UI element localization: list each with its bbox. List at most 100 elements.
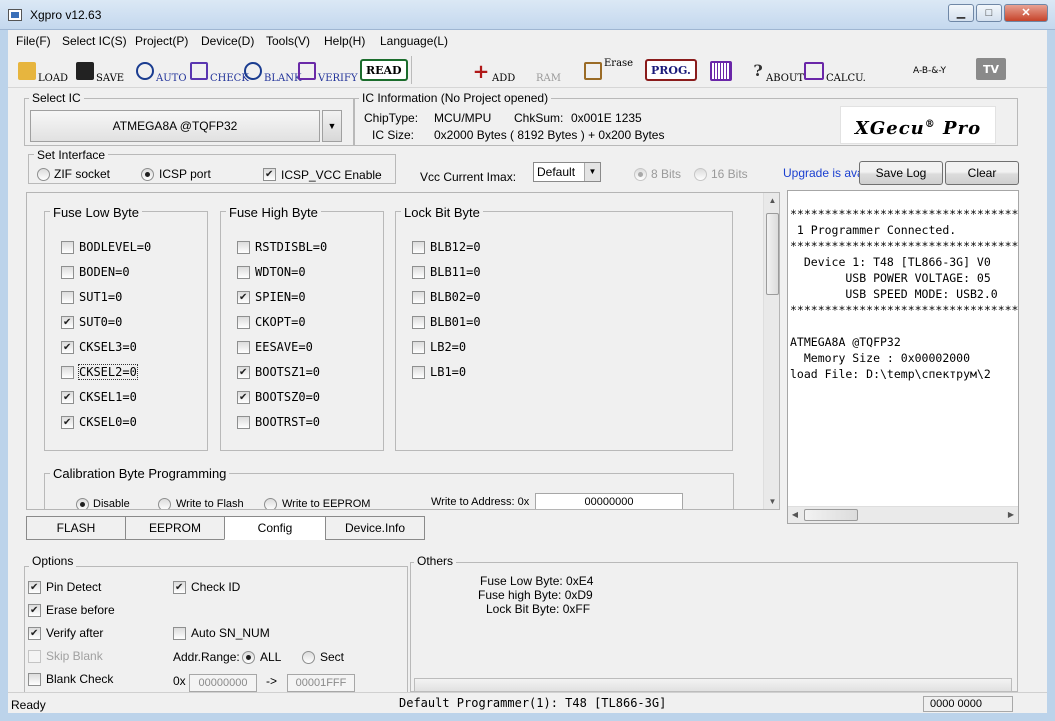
tab-device-info[interactable]: Device.Info [325, 516, 425, 540]
address-input[interactable]: 00000000 [535, 493, 683, 509]
title-bar[interactable]: Xgpro v12.63 ▁ □ ✕ [0, 0, 1055, 30]
fuse-high-bit-checkbox[interactable] [237, 366, 250, 379]
save-log-button[interactable]: Save Log [859, 161, 943, 185]
status-ready: Ready [11, 698, 46, 712]
fuse-low-bit-checkbox[interactable] [61, 416, 74, 429]
fuse-high-bit-label: RSTDISBL=0 [255, 240, 328, 254]
upgrade-link[interactable]: Upgrade is ava [783, 166, 861, 180]
load-button[interactable]: LOAD [18, 58, 68, 84]
addr-sect-radio[interactable] [302, 651, 315, 664]
fuse-high-bit-checkbox[interactable] [237, 391, 250, 404]
fuse-low-bit-checkbox[interactable] [61, 341, 74, 354]
log-hscrollbar[interactable]: ◀ ▶ [788, 506, 1018, 523]
ic-dropdown-button[interactable]: ▼ [322, 110, 342, 142]
skip-blank-checkbox[interactable] [28, 650, 41, 663]
tv-button[interactable]: TV [976, 58, 1006, 80]
blank-check-checkbox[interactable] [28, 673, 41, 686]
fuse-high-bit-checkbox[interactable] [237, 341, 250, 354]
fuse-low-bit-checkbox[interactable] [61, 366, 74, 379]
lock-bit-checkbox[interactable] [412, 366, 425, 379]
chip-type-value: MCU/MPU [434, 111, 492, 125]
options-title: Options [29, 554, 77, 568]
chip-type-label: ChipType: [364, 111, 419, 125]
bits-8-radio[interactable] [634, 168, 647, 181]
verify-after-checkbox[interactable] [28, 627, 41, 640]
config-scrollbar[interactable]: ▲ ▼ [763, 193, 779, 509]
menu-tools[interactable]: Tools(V) [266, 34, 310, 48]
scroll-left-icon[interactable]: ◀ [788, 510, 802, 519]
clear-button[interactable]: Clear [945, 161, 1019, 185]
fuse-high-bit-checkbox[interactable] [237, 241, 250, 254]
lock-bit-checkbox[interactable] [412, 341, 425, 354]
fuse-low-bit-checkbox[interactable] [61, 316, 74, 329]
blank-button[interactable]: BLANK [244, 58, 301, 84]
addr-all-radio[interactable] [242, 651, 255, 664]
tab-config[interactable]: Config [224, 516, 326, 540]
menu-language[interactable]: Language(L) [380, 34, 448, 48]
scroll-up-icon[interactable]: ▲ [764, 196, 779, 205]
log-hscroll-thumb[interactable] [804, 509, 858, 521]
lock-bit-label: BLB12=0 [430, 240, 481, 254]
check-id-checkbox[interactable] [173, 581, 186, 594]
menu-help[interactable]: Help(H) [324, 34, 365, 48]
status-bar: Ready Default Programmer(1): T48 [TL866-… [8, 692, 1047, 713]
bits-16-radio[interactable] [694, 168, 707, 181]
calibration-eeprom-radio[interactable] [264, 498, 277, 509]
log-line: 1 Programmer Connected. [790, 223, 957, 237]
lock-bit-label: BLB02=0 [430, 290, 481, 304]
pin-detect-checkbox[interactable] [28, 581, 41, 594]
icsp-vcc-checkbox[interactable] [263, 168, 276, 181]
fuse-high-bit-checkbox[interactable] [237, 416, 250, 429]
fuse-high-bit-checkbox[interactable] [237, 266, 250, 279]
calcu-button[interactable]: CALCU. [804, 58, 866, 84]
fuse-low-bit-checkbox[interactable] [61, 291, 74, 304]
zif-socket-radio[interactable] [37, 168, 50, 181]
menu-project[interactable]: Project(P) [135, 34, 188, 48]
lock-bit-checkbox[interactable] [412, 266, 425, 279]
close-button[interactable]: ✕ [1004, 4, 1048, 22]
vcc-current-select[interactable]: Default ▼ [533, 162, 601, 182]
menu-select-ic[interactable]: Select IC(S) [62, 34, 127, 48]
auto-button[interactable]: AUTO [136, 58, 187, 84]
fuse-high-bit-label: EESAVE=0 [255, 340, 313, 354]
erase-before-checkbox[interactable] [28, 604, 41, 617]
save-button[interactable]: SAVE [76, 58, 124, 84]
scroll-thumb[interactable] [766, 213, 779, 295]
icsp-port-radio[interactable] [141, 168, 154, 181]
verify-button[interactable]: VERIFY [298, 58, 358, 84]
calibration-disable-radio[interactable] [76, 498, 89, 509]
addr-start-input[interactable]: 00000000 [189, 674, 257, 692]
maximize-button[interactable]: □ [976, 4, 1002, 22]
blank-check-label: Blank Check [46, 672, 114, 686]
fuse-low-bit-checkbox[interactable] [61, 391, 74, 404]
logic-button[interactable]: A-B-&-Y [913, 58, 946, 84]
auto-sn-checkbox[interactable] [173, 627, 186, 640]
lock-bit-checkbox[interactable] [412, 291, 425, 304]
fuse-low-bit-checkbox[interactable] [61, 266, 74, 279]
log-panel[interactable]: ********************************** 1 Pro… [787, 190, 1019, 524]
about-button[interactable]: ? ABOUT [752, 58, 804, 85]
calibration-flash-radio[interactable] [158, 498, 171, 509]
check-id-button[interactable]: CHECK [190, 58, 249, 84]
lock-bit-checkbox[interactable] [412, 241, 425, 254]
ic-name-box[interactable]: ATMEGA8A @TQFP32 [30, 110, 320, 142]
addr-end-input[interactable]: 00001FFF [287, 674, 355, 692]
erase-button[interactable]: Erase [584, 58, 633, 84]
read-button[interactable]: READ [360, 59, 408, 81]
fuse-high-bit-checkbox[interactable] [237, 291, 250, 304]
scroll-down-icon[interactable]: ▼ [764, 497, 779, 506]
prog-button[interactable]: PROG. [645, 59, 697, 81]
chip-button[interactable] [710, 58, 734, 84]
tab-flash[interactable]: FLASH [26, 516, 126, 540]
menu-file[interactable]: File(F) [16, 34, 51, 48]
scroll-right-icon[interactable]: ▶ [1004, 510, 1018, 519]
menu-device[interactable]: Device(D) [201, 34, 254, 48]
icsp-port-label: ICSP port [159, 167, 211, 181]
tab-eeprom[interactable]: EEPROM [125, 516, 225, 540]
fuse-high-bit-checkbox[interactable] [237, 316, 250, 329]
minimize-button[interactable]: ▁ [948, 4, 974, 22]
lock-bit-checkbox[interactable] [412, 316, 425, 329]
fuse-low-bit-checkbox[interactable] [61, 241, 74, 254]
ram-button[interactable]: RAM [536, 58, 561, 84]
add-button[interactable]: + ADD [472, 58, 516, 84]
